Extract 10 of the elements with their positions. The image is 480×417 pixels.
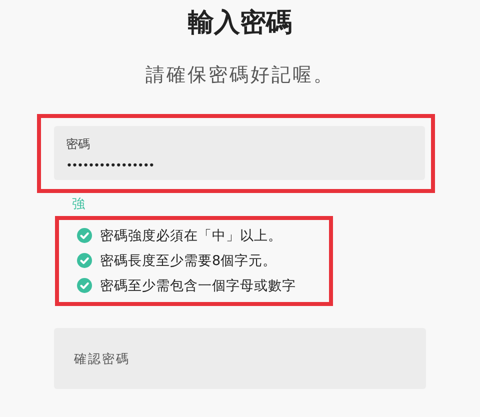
password-field[interactable]: 密碼 ••••••••••••••••: [54, 126, 425, 180]
password-value: ••••••••••••••••: [66, 158, 154, 174]
confirm-password-field[interactable]: 確認密碼: [54, 328, 426, 389]
page-subtitle: 請確保密碼好記喔。: [144, 63, 336, 88]
strength-label: 強: [72, 196, 86, 214]
field-label: 密碼: [66, 136, 91, 152]
rule-text: 密碼至少需包含一個字母或數字: [100, 276, 296, 294]
rule-text: 密碼強度必須在「中」以上。: [100, 226, 282, 244]
rule-text: 密碼長度至少需要8個字元。: [100, 252, 277, 270]
page-title: 輸入密碼: [187, 7, 293, 40]
